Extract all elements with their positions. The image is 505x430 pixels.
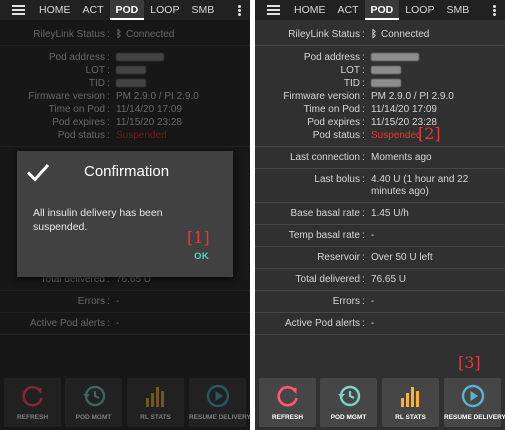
- bluetooth-icon: ᛒ: [371, 29, 377, 40]
- pod-status-row: Pod status : Suspended: [255, 129, 505, 143]
- check-icon: [26, 163, 50, 182]
- top-navigation-bar: HOME ACT POD LOOP SMB: [0, 0, 250, 20]
- time-on-pod-row: Time on Pod : 11/14/20 17:09: [303, 104, 437, 115]
- base-basal-rate-row: Base basal rate : 1.45 U/h: [290, 208, 409, 219]
- temp-basal-rate-row: Temp basal rate : -: [288, 230, 375, 241]
- errors-row: Errors : -: [332, 296, 375, 307]
- pod-mgmt-label: POD MGMT: [330, 414, 367, 421]
- resume-delivery-label: RESUME DELIVERY: [444, 414, 505, 421]
- rileylink-status-value: Connected: [381, 29, 430, 40]
- pod-address-row: Pod address :: [255, 51, 505, 65]
- hamburger-menu-icon[interactable]: [267, 5, 280, 15]
- tid-row: TID :: [255, 77, 505, 91]
- rileylink-status-row: RileyLink Status : ᛒConnected: [288, 29, 430, 40]
- tab-pod[interactable]: POD: [364, 0, 400, 20]
- tab-smb[interactable]: SMB: [185, 0, 220, 20]
- firmware-row: Firmware version : PM 2.9.0 / PI 2.9.0: [283, 91, 454, 102]
- right-phone-screen: HOME ACT POD LOOP SMB RileyLink Status :…: [255, 0, 505, 430]
- dialog-title: Confirmation: [84, 163, 170, 180]
- tab-home[interactable]: HOME: [288, 0, 332, 20]
- reservoir-row: Reservoir : Over 50 U left: [317, 252, 433, 263]
- tab-loop[interactable]: LOOP: [399, 0, 440, 20]
- dialog-ok-button[interactable]: OK: [194, 251, 209, 262]
- history-clock-icon: [338, 385, 361, 407]
- redacted-value: [371, 66, 401, 75]
- refresh-icon: [277, 386, 298, 407]
- callout-1: [1]: [187, 228, 210, 247]
- tab-home[interactable]: HOME: [33, 0, 77, 20]
- pod-expires-row: Pod expires : 11/15/20 23:28: [307, 117, 437, 128]
- overflow-menu-icon[interactable]: [493, 4, 496, 16]
- tab-act[interactable]: ACT: [332, 0, 365, 20]
- tab-smb[interactable]: SMB: [440, 0, 475, 20]
- refresh-button[interactable]: REFRESH: [259, 378, 316, 427]
- dialog-message: All insulin delivery has been suspended.: [33, 207, 163, 233]
- tab-pod[interactable]: POD: [109, 0, 145, 20]
- last-connection-row: Last connection : Moments ago: [289, 152, 432, 163]
- hamburger-menu-icon[interactable]: [12, 5, 25, 15]
- tab-loop[interactable]: LOOP: [144, 0, 185, 20]
- redacted-value: [371, 53, 419, 62]
- confirmation-dialog: Confirmation All insulin delivery has be…: [17, 151, 233, 277]
- pod-mgmt-button[interactable]: POD MGMT: [320, 378, 377, 427]
- rl-stats-label: RL STATS: [395, 414, 426, 421]
- resume-delivery-button[interactable]: RESUME DELIVERY: [444, 378, 505, 427]
- callout-3: [3]: [458, 353, 481, 372]
- refresh-label: REFRESH: [271, 414, 304, 421]
- total-delivered-row: Total delivered : 76.65 U: [295, 274, 407, 285]
- overflow-menu-icon[interactable]: [238, 4, 241, 16]
- callout-2: [2]: [418, 124, 441, 143]
- bar-stats-icon: [401, 387, 419, 407]
- redacted-value: [371, 79, 401, 88]
- play-circle-icon: [461, 384, 485, 408]
- last-bolus-row: Last bolus : 4.40 U (1 hour and 22 minut…: [314, 174, 469, 197]
- lot-row: LOT :: [255, 64, 505, 78]
- active-pod-alerts-row: Active Pod alerts : -: [284, 318, 375, 329]
- tab-act[interactable]: ACT: [77, 0, 110, 20]
- left-phone-screen: HOME ACT POD LOOP SMB RileyLink Status :…: [0, 0, 250, 430]
- rl-stats-button[interactable]: RL STATS: [382, 378, 439, 427]
- top-navigation-bar: HOME ACT POD LOOP SMB: [255, 0, 505, 20]
